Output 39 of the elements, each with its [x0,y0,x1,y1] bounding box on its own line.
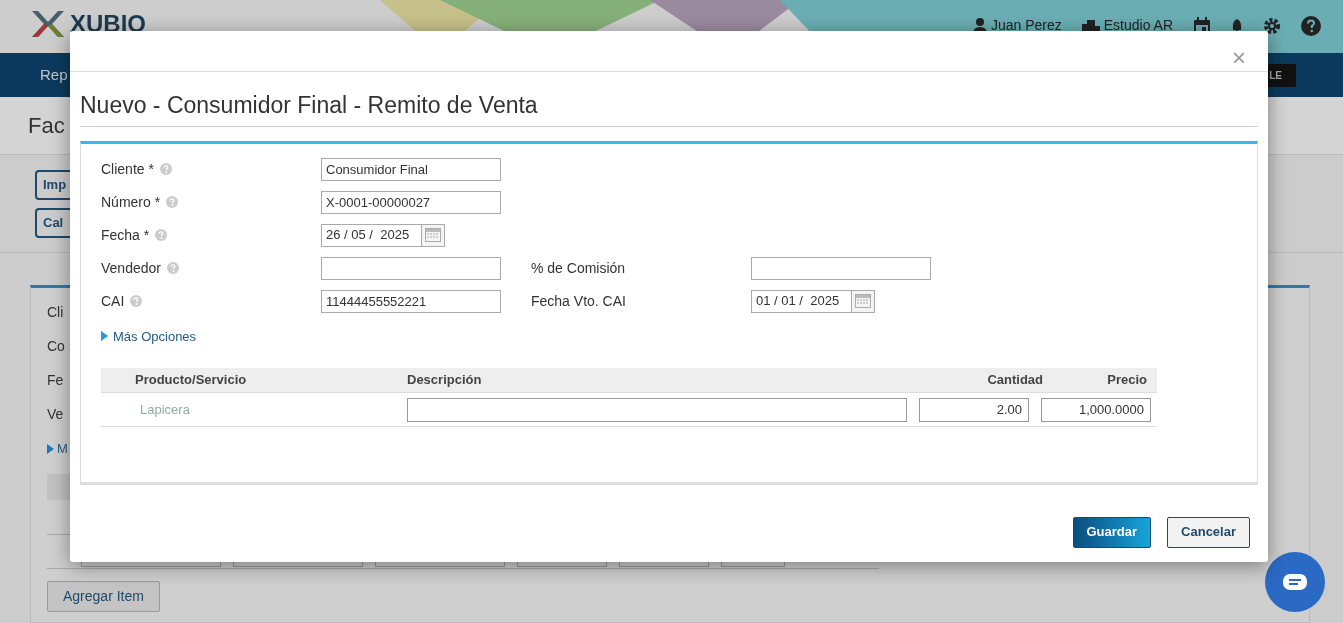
chat-icon [1283,574,1307,590]
field-label: Cliente * [101,159,154,179]
date-field[interactable]: 26 / 05 / 2025 [321,223,445,247]
cancel-button[interactable]: Cancelar [1167,516,1250,548]
input-field[interactable] [407,397,907,422]
field-label: % de Comisión [531,258,626,278]
more-options-link[interactable]: M [57,439,68,459]
settings-icon[interactable] [1263,16,1281,35]
input-field[interactable]: Consumidor Final [321,157,501,181]
more-options-link[interactable]: Más Opciones [101,326,197,346]
column-header: Descripción [407,371,483,390]
field-label: CAI [101,291,125,311]
column-header: Cantidad [986,371,1043,390]
column-header: Producto/Servicio [134,371,248,390]
table-cell-text: Lapicera [139,400,191,419]
input-field[interactable] [321,256,501,280]
nav-item[interactable]: Rep [40,63,68,87]
field-label: Ve [47,405,64,424]
field-label: Co [47,337,65,356]
field-label: Cli [47,303,64,322]
caret-icon[interactable] [47,443,54,454]
logo-icon [30,8,66,39]
field-label: Fecha * [101,225,150,245]
input-field[interactable] [751,256,931,280]
input-field[interactable]: X-0001-00000027 [321,190,501,214]
input-field[interactable]: 11444455552221 [321,289,501,313]
page-title: Fac [28,112,65,140]
field-label: Número * [101,192,161,212]
help-icon[interactable] [1301,15,1321,36]
field-label: Fecha Vto. CAI [531,291,626,311]
field-label: Fe [47,371,64,390]
input-field[interactable]: 2.00 [919,397,1029,422]
date-field[interactable]: 01 / 01 / 2025 [751,289,875,313]
field-label: Vendedor [101,258,161,278]
input-field[interactable]: 1,000.0000 [1041,397,1151,422]
dialog-title: Nuevo - Consumidor Final - Remito de Venta [80,92,538,118]
save-button[interactable]: Guardar [1072,516,1152,548]
column-header: Precio [1106,371,1148,390]
add-item-button[interactable]: Agregar Item [47,580,160,612]
